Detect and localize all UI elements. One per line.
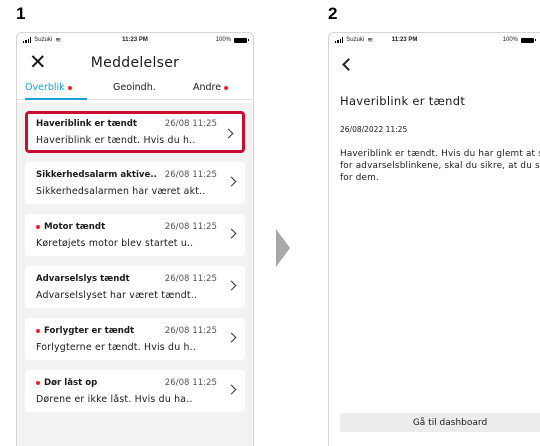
message-date: 26/08 11:25 [164, 378, 217, 388]
message-item-highlighted[interactable]: Haveriblink er tændt 26/08 11:25 Haverib… [25, 111, 245, 153]
message-preview: Forlygterne er tændt. Hvis du h.. [36, 342, 197, 353]
tab-bar: Overblik Geoindh. Andre [17, 77, 253, 100]
message-preview: Advarselslyset har været tændt.. [36, 290, 198, 301]
status-bar: Suzuki ≋ 11:23 PM 100% [329, 33, 540, 47]
message-title: Dør låst op [44, 378, 98, 388]
message-date: 26/08 11:25 [164, 119, 217, 129]
unread-dot [36, 381, 40, 385]
message-list: Haveriblink er tændt 26/08 11:25 Haverib… [17, 103, 253, 446]
step-number-1: 1 [16, 4, 26, 23]
message-preview: Haveriblink er tændt. Hvis du h.. [36, 135, 196, 146]
unread-dot [36, 329, 40, 333]
status-bar: Suzuki ≋ 11:23 PM 100% [17, 33, 253, 47]
message-preview: Sikkerhedsalarmen har været akt.. [36, 186, 206, 197]
message-item[interactable]: Sikkerhedsalarm aktive.. 26/08 11:25 Sik… [25, 162, 245, 204]
signal-icon [23, 37, 32, 43]
message-date: 26/08 11:25 [164, 222, 217, 232]
tab-label: Geoindh. [113, 82, 156, 93]
tab-label: Andre [193, 82, 222, 93]
signal-icon [335, 37, 344, 43]
battery-icon [234, 37, 249, 43]
message-date: 26/08 11:25 [164, 326, 217, 336]
tab-andre[interactable]: Andre [193, 82, 229, 93]
wifi-icon: ≋ [367, 36, 374, 44]
back-icon[interactable] [342, 58, 355, 71]
go-to-dashboard-button[interactable]: Gå til dashboard [340, 413, 540, 432]
message-preview: Dørene er ikke låst. Hvis du ha.. [36, 394, 193, 405]
carrier-name: Suzuki [34, 37, 53, 43]
message-title: Haveriblink er tændt [36, 119, 138, 129]
message-preview: Køretøjets motor blev startet u.. [36, 238, 194, 249]
detail-title: Haveriblink er tændt [340, 94, 466, 108]
battery-level: 100% [502, 37, 518, 43]
overview-screen: Suzuki ≋ 11:23 PM 100% ✕ Meddelelser Ove… [16, 32, 254, 446]
unread-dot [36, 225, 40, 229]
message-item[interactable]: Dør låst op 26/08 11:25 Dørene er ikke l… [25, 370, 245, 412]
message-date: 26/08 11:25 [164, 274, 217, 284]
wifi-icon: ≋ [55, 36, 62, 44]
notification-dot [67, 85, 72, 90]
active-tab-indicator [25, 98, 87, 100]
message-title: Sikkerhedsalarm aktive.. [36, 170, 157, 180]
message-item[interactable]: Motor tændt 26/08 11:25 Køretøjets motor… [25, 214, 245, 256]
message-title: Advarselslys tændt [36, 274, 130, 284]
step-number-2: 2 [328, 4, 338, 23]
battery-level: 100% [215, 37, 231, 43]
tab-label: Overblik [25, 82, 65, 93]
carrier-name: Suzuki [346, 37, 365, 43]
message-item[interactable]: Forlygter er tændt 26/08 11:25 Forlygter… [25, 318, 245, 360]
detail-date: 26/08/2022 11:25 [340, 125, 408, 134]
message-title: Motor tændt [44, 222, 106, 232]
notification-dot [224, 85, 229, 90]
page-title: Meddelelser [90, 55, 180, 71]
message-title: Forlygter er tændt [44, 326, 135, 336]
detail-screen: Suzuki ≋ 11:23 PM 100% Haveriblink er tæ… [328, 32, 540, 446]
battery-icon [521, 37, 536, 43]
arrow-right-icon [276, 229, 290, 267]
tab-overblik[interactable]: Overblik [25, 82, 72, 93]
detail-body: Haveriblink er tændt. Hvis du har glemt … [340, 149, 540, 183]
nav-header: ✕ Meddelelser [17, 47, 253, 77]
tab-geoindh[interactable]: Geoindh. [113, 82, 156, 93]
message-date: 26/08 11:25 [164, 170, 217, 180]
message-item[interactable]: Advarselslys tændt 26/08 11:25 Advarsels… [25, 266, 245, 308]
